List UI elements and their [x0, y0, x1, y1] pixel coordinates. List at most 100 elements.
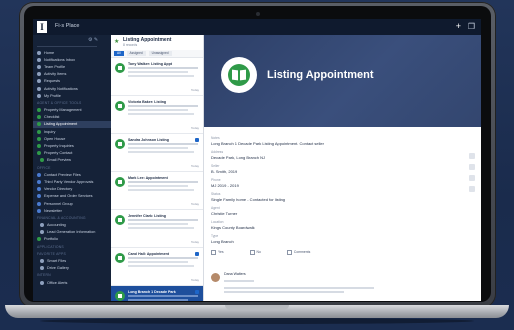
sidebar-item[interactable]: Third Party Vendor Approvals: [33, 178, 111, 185]
sidebar-item[interactable]: Activity Notifications: [33, 85, 111, 92]
checkbox-group: Yes No Comments: [211, 248, 461, 256]
checkbox[interactable]: Comments: [286, 249, 311, 255]
list-item[interactable]: Victoria Baker: Listing Today: [111, 96, 203, 134]
field-value[interactable]: Kings County Boardwalk: [211, 225, 461, 234]
add-button[interactable]: +: [456, 21, 461, 32]
sidebar-item[interactable]: Property Management: [33, 107, 111, 114]
sidebar-item[interactable]: Smart Files: [33, 257, 111, 264]
sidebar-item[interactable]: Vendor Directory: [33, 186, 111, 193]
app-icon: [40, 230, 44, 235]
field-value[interactable]: B. Smith, 2019: [211, 169, 461, 178]
card-list: Tony Walker: Listing Appt Today Victoria B…: [111, 58, 203, 301]
history-icon[interactable]: [469, 175, 475, 181]
list-item-preview: [128, 113, 194, 115]
edit-icon[interactable]: [469, 164, 475, 170]
list-item-preview: [128, 109, 188, 111]
list-item-preview: [128, 71, 188, 73]
sidebar-section-heading: FINANCIAL & ACCOUNTING: [33, 214, 111, 221]
detail-toolbar: [469, 153, 477, 197]
list-tab[interactable]: Assigned: [126, 51, 146, 56]
sidebar-item-label: Team Profile: [44, 64, 66, 69]
app-icon: [37, 115, 41, 120]
sidebar-item-label: Portfolio: [44, 237, 58, 242]
field-value[interactable]: Single Family home - Contacted for listi…: [211, 197, 461, 206]
list-item[interactable]: Jennifer Clark: Listing Today: [111, 210, 203, 248]
sidebar-item[interactable]: Checklist: [33, 114, 111, 121]
field-value[interactable]: Decade Park, Long Branch NJ: [211, 155, 461, 164]
detail-fields: Notes Long Branch 1 Decade Park Listing A…: [211, 136, 461, 256]
checkbox[interactable]: Yes: [211, 249, 224, 255]
field-value[interactable]: MJ 2019 - 2019: [211, 183, 461, 192]
sidebar-item[interactable]: Lead Generation Information: [33, 229, 111, 236]
sidebar-item[interactable]: Property Inquiries: [33, 142, 111, 149]
list-item-date: Today: [190, 202, 199, 206]
list-item[interactable]: Tony Walker: Listing Appt Today: [111, 58, 203, 96]
sidebar-item[interactable]: Portfolio: [33, 236, 111, 243]
sidebar-item[interactable]: Notifications Inbox: [33, 56, 111, 63]
unread-badge: [195, 290, 199, 294]
sidebar-item[interactable]: Contact Preview Files: [33, 171, 111, 178]
sidebar-item[interactable]: Drive Gallery: [33, 265, 111, 272]
checkbox-label: Comments: [293, 250, 311, 254]
sidebar-settings-icon[interactable]: ⚙ ✎: [88, 37, 98, 43]
field-value[interactable]: Long Branch: [211, 239, 461, 248]
list-item[interactable]: Carol Hall: Appointment Today: [111, 248, 203, 286]
field-value[interactable]: Christie Turner: [211, 211, 461, 220]
list-tab[interactable]: Unassigned: [148, 51, 172, 56]
sidebar-item[interactable]: Listing Appointment: [33, 120, 111, 129]
app-icon: [40, 266, 44, 271]
sidebar-item-label: Property Inquiries: [44, 144, 74, 149]
checkbox[interactable]: No: [249, 249, 261, 255]
app-name: Fi·s Place: [55, 23, 80, 29]
app-icon: [37, 144, 41, 149]
sidebar-item[interactable]: Email Preview: [33, 157, 111, 164]
list-item-preview: [128, 299, 188, 301]
sidebar-item[interactable]: Office Alerts: [33, 279, 111, 286]
sidebar-item-label: Lead Generation Information: [47, 230, 96, 235]
field-value[interactable]: Long Branch 1 Decade Park Listing Appoin…: [211, 141, 461, 150]
list-tab[interactable]: All: [114, 51, 124, 56]
sidebar-item-label: Property Contact: [44, 151, 73, 156]
sidebar-item-label: Office Alerts: [47, 280, 68, 285]
share-icon[interactable]: [469, 153, 475, 159]
sidebar-item[interactable]: Open House: [33, 135, 111, 142]
sidebar-item[interactable]: Property Contact: [33, 150, 111, 157]
list-item[interactable]: Mark Lee: Appointment Today: [111, 172, 203, 210]
record-list-header: ★ Listing Appointment 8 records: [111, 35, 203, 51]
comment-text: [224, 280, 254, 282]
sidebar-item[interactable]: Newsletter: [33, 207, 111, 214]
app-icon: [37, 208, 41, 213]
app-icon: [37, 151, 41, 156]
star-icon[interactable]: ★: [114, 38, 119, 45]
app-icon: [37, 187, 41, 192]
app-icon: [37, 72, 41, 77]
more-icon[interactable]: [469, 186, 475, 192]
app-logo-icon[interactable]: I: [37, 21, 47, 33]
detail-pane: Listing Appointment Notes Long Branch 1 D…: [204, 35, 481, 301]
sidebar-item[interactable]: Expense and Order Services: [33, 193, 111, 200]
list-item[interactable]: Long Branch 1 Decade ParkToday: [111, 286, 203, 301]
list-item-preview: [128, 257, 198, 259]
unread-badge: [195, 138, 199, 142]
sidebar-item[interactable]: Home: [33, 49, 111, 56]
window-icon[interactable]: ❐: [468, 21, 475, 32]
sidebar-item[interactable]: Inquiry: [33, 128, 111, 135]
sidebar-item[interactable]: Personnel Group: [33, 200, 111, 207]
list-item-title: Jennifer Clark: Listing: [128, 214, 166, 218]
sidebar-item[interactable]: My Profile: [33, 92, 111, 99]
sidebar-item[interactable]: Accounting: [33, 222, 111, 229]
sidebar-item-label: INTERN: [37, 273, 51, 278]
app-icon: [37, 86, 41, 91]
list-item-title: Sandra Johnson Listing: [128, 138, 169, 142]
sidebar-item[interactable]: Team Profile: [33, 63, 111, 70]
list-item-title: Carol Hall: Appointment: [128, 252, 169, 256]
sidebar-item-label: Activity Items: [44, 72, 67, 77]
webcam-icon: [256, 12, 260, 16]
list-item[interactable]: Sandra Johnson Listing Today: [111, 134, 203, 172]
checkbox-icon: [286, 249, 292, 255]
sidebar: ⚙ ✎ Home Notifications Inbox Team Profile A…: [33, 35, 111, 301]
sidebar-item-label: Accounting: [47, 223, 66, 228]
sidebar-item[interactable]: Requests: [33, 78, 111, 85]
sidebar-item-label: Personnel Group: [44, 201, 73, 206]
sidebar-item[interactable]: Activity Items: [33, 71, 111, 78]
